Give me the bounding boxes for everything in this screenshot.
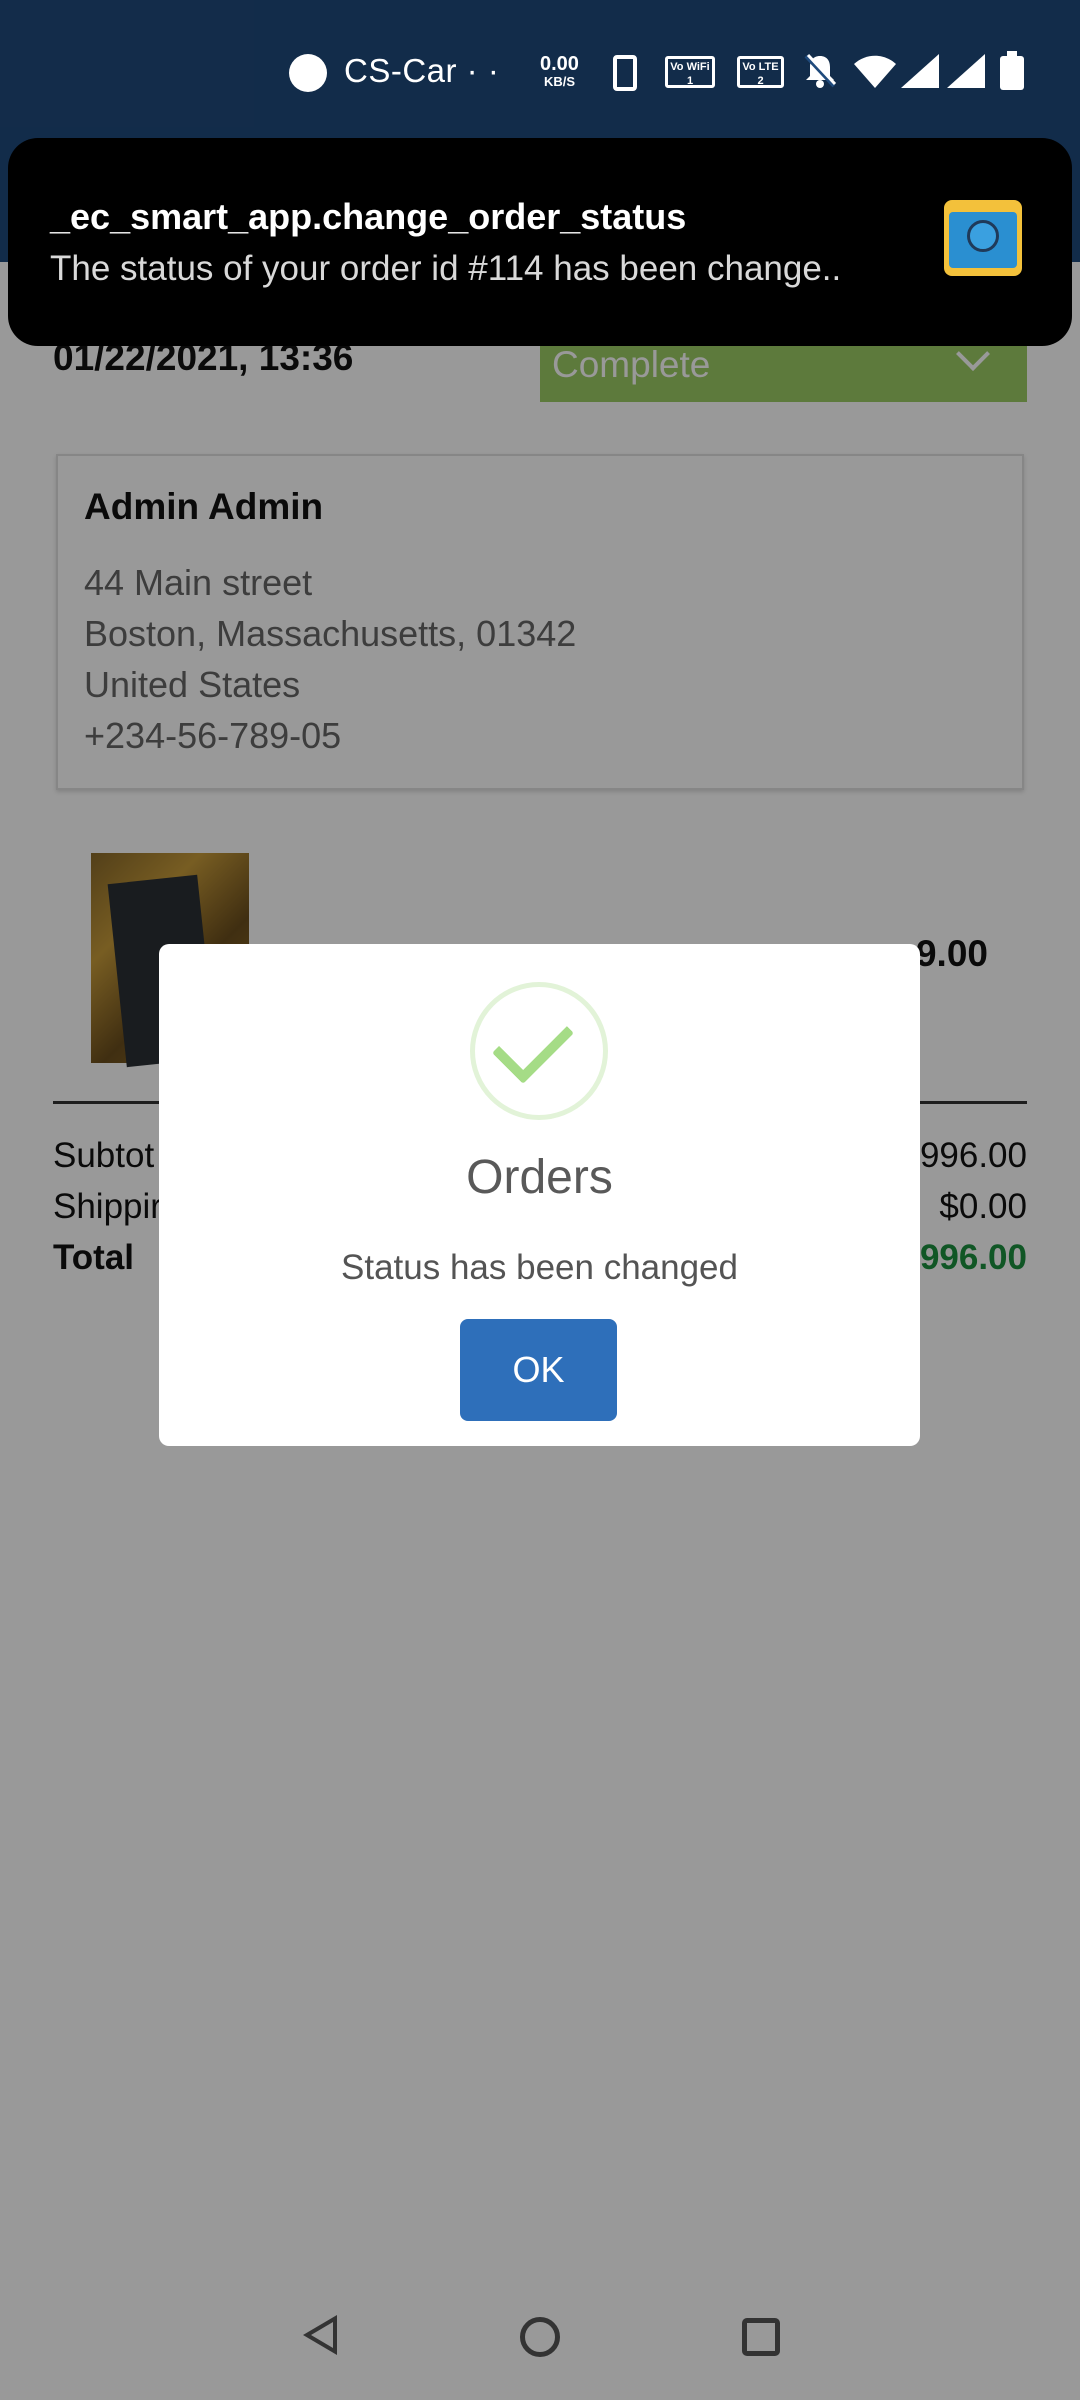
carrier-name: CS-Car · ·: [344, 52, 500, 89]
dialog-title: Orders: [466, 1151, 613, 1204]
phone-icon: [613, 55, 637, 91]
signal-icon-2: [945, 52, 987, 90]
push-notification[interactable]: _ec_smart_app.change_order_status The st…: [8, 138, 1072, 346]
success-check-icon: [470, 982, 608, 1120]
status-dialog: Orders Status has been changed OK: [159, 944, 920, 1446]
volte-icon: Vo LTE 2: [737, 56, 784, 88]
battery-icon: [1000, 51, 1024, 90]
network-speed-value: 0.00: [540, 53, 579, 75]
network-speed: 0.00 KB/S: [540, 54, 579, 90]
app-store-icon: [944, 200, 1022, 276]
bell-muted-icon: [802, 52, 838, 90]
notification-text: The status of your order id #114 has bee…: [50, 249, 842, 288]
status-bar: CS-Car · · 0.00 KB/S Vo WiFi 1 Vo LTE 2: [0, 0, 1080, 140]
record-dot-icon: [289, 54, 327, 92]
wifi-icon: [852, 52, 898, 90]
ok-button[interactable]: OK: [460, 1319, 617, 1421]
dialog-message: Status has been changed: [341, 1248, 738, 1287]
signal-icon-1: [897, 52, 943, 90]
wifi-calling-icon: Vo WiFi 1: [665, 56, 715, 88]
notification-title: _ec_smart_app.change_order_status: [50, 196, 687, 237]
network-speed-unit: KB/S: [543, 74, 575, 89]
